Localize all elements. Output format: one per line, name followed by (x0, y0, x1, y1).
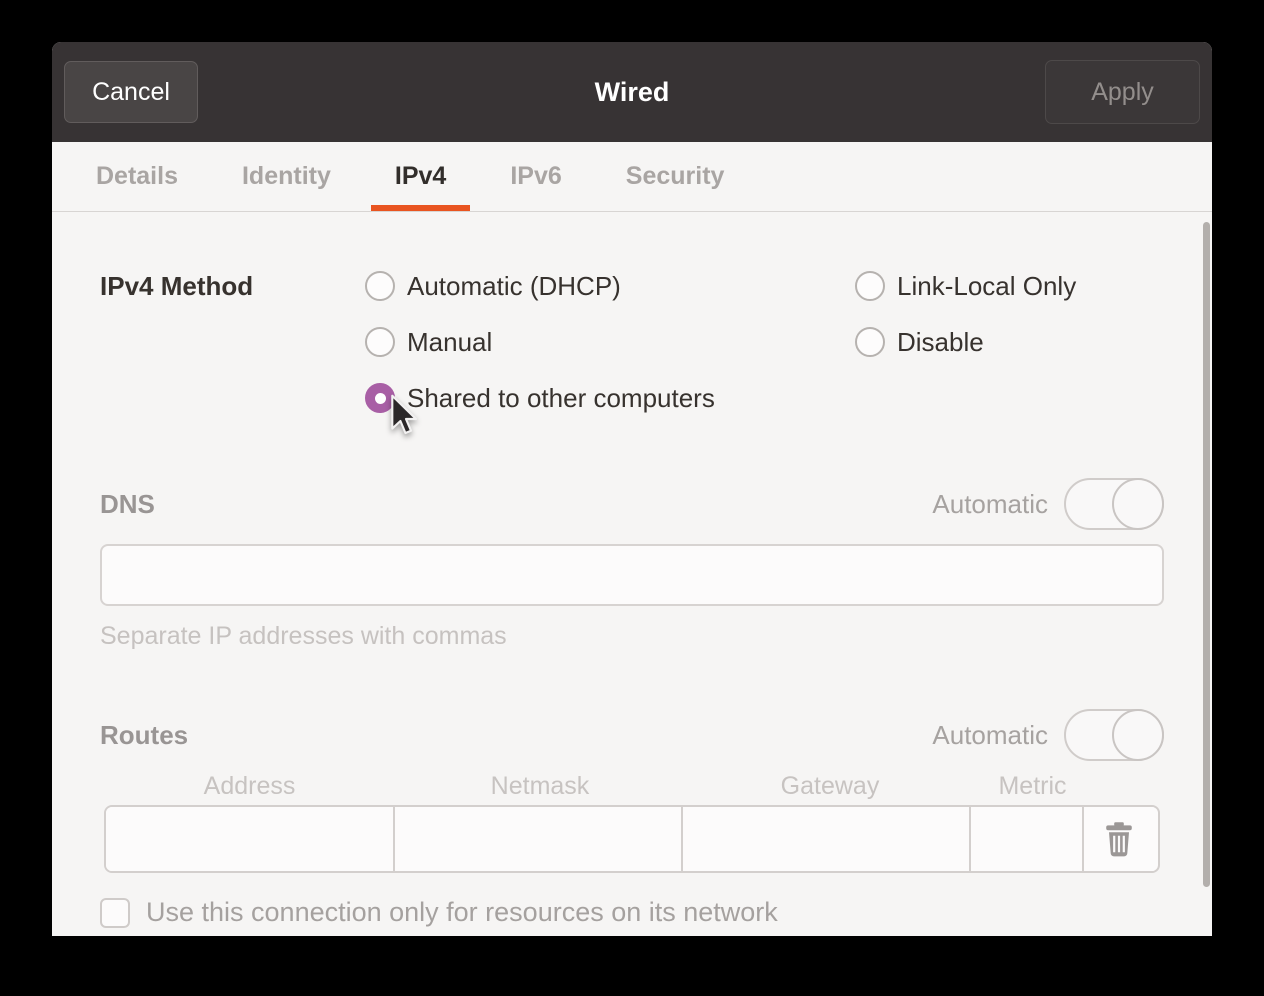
routes-column-headers: Address Netmask Gateway Metric (104, 771, 1160, 801)
dns-label: DNS (100, 488, 155, 519)
column-header-metric: Metric (998, 771, 1067, 800)
method-options-column-1: Automatic (DHCP) Manual Shared to other … (365, 270, 855, 414)
radio-option-shared[interactable]: Shared to other computers (365, 382, 855, 414)
routes-section-header: Routes Automatic (100, 709, 1164, 761)
vertical-scrollbar[interactable] (1203, 222, 1210, 887)
radio-selected-icon[interactable] (365, 383, 395, 413)
column-header-address: Address (203, 771, 296, 800)
radio-label: Disable (897, 326, 984, 357)
tab-identity[interactable]: Identity (218, 142, 355, 211)
delete-route-button[interactable] (1084, 807, 1154, 871)
radio-label: Link-Local Only (897, 270, 1077, 301)
ipv4-method-label: IPv4 Method (100, 271, 254, 301)
radio-option-link-local[interactable]: Link-Local Only (855, 270, 1164, 302)
column-header-netmask: Netmask (490, 771, 590, 800)
ipv4-page: IPv4 Method Automatic (DHCP) Manual Shar… (52, 212, 1212, 936)
dns-input[interactable] (100, 544, 1164, 606)
network-resources-option: Use this connection only for resources o… (100, 897, 1164, 928)
route-gateway-input[interactable] (683, 807, 971, 871)
radio-label: Automatic (DHCP) (407, 270, 621, 301)
radio-icon[interactable] (365, 327, 395, 357)
dns-automatic-label: Automatic (932, 488, 1048, 519)
radio-icon[interactable] (365, 271, 395, 301)
route-netmask-input[interactable] (395, 807, 683, 871)
checkbox-label: Use this connection only for resources o… (146, 897, 778, 927)
tab-security[interactable]: Security (602, 142, 749, 211)
wired-settings-dialog: Cancel Wired Apply Details Identity IPv4… (52, 42, 1212, 936)
dns-automatic-toggle[interactable] (1064, 478, 1164, 530)
radio-label: Manual (407, 326, 493, 357)
radio-option-disable[interactable]: Disable (855, 326, 1164, 358)
header-bar: Cancel Wired Apply (52, 42, 1212, 142)
ipv4-method-group: IPv4 Method Automatic (DHCP) Manual Shar… (100, 270, 1164, 414)
tab-details[interactable]: Details (72, 142, 202, 211)
dns-section-header: DNS Automatic (100, 478, 1164, 530)
radio-icon[interactable] (855, 327, 885, 357)
tab-ipv6[interactable]: IPv6 (486, 142, 585, 211)
tab-bar: Details Identity IPv4 IPv6 Security (52, 142, 1212, 212)
method-options-column-2: Link-Local Only Disable (855, 270, 1164, 414)
radio-option-manual[interactable]: Manual (365, 326, 855, 358)
toggle-knob (1112, 478, 1164, 530)
routes-automatic-toggle[interactable] (1064, 709, 1164, 761)
cancel-button[interactable]: Cancel (64, 61, 198, 123)
radio-option-automatic-dhcp[interactable]: Automatic (DHCP) (365, 270, 855, 302)
routes-automatic-label: Automatic (932, 719, 1048, 750)
toggle-knob (1112, 709, 1164, 761)
trash-icon (1106, 822, 1132, 857)
dns-automatic-group: Automatic (932, 478, 1164, 530)
radio-icon[interactable] (855, 271, 885, 301)
dns-helper-text: Separate IP addresses with commas (100, 622, 507, 650)
routes-automatic-group: Automatic (932, 709, 1164, 761)
column-header-gateway: Gateway (780, 771, 880, 800)
route-metric-input[interactable] (971, 807, 1084, 871)
checkbox-unchecked-icon[interactable] (100, 897, 130, 928)
radio-label: Shared to other computers (407, 382, 715, 413)
routes-label: Routes (100, 719, 189, 750)
route-address-input[interactable] (106, 807, 395, 871)
tab-ipv4[interactable]: IPv4 (370, 142, 471, 211)
apply-button[interactable]: Apply (1045, 60, 1200, 124)
window-title: Wired (594, 76, 670, 107)
route-row (104, 805, 1160, 873)
